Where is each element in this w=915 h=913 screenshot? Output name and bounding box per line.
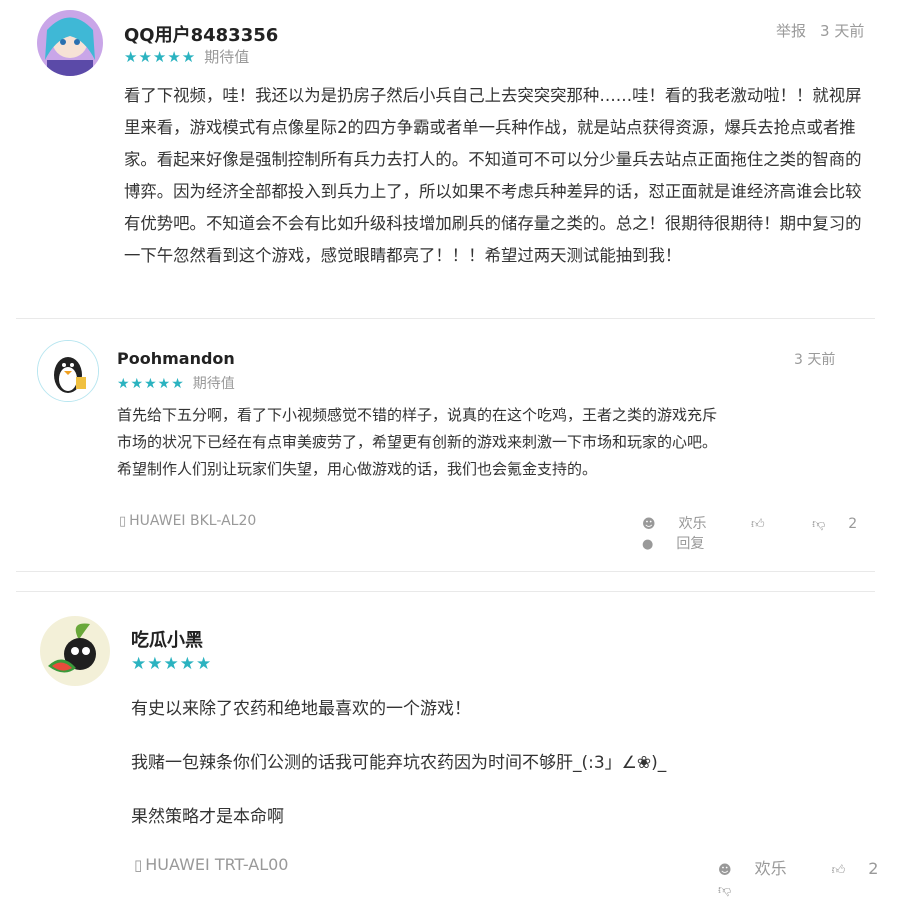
device-name: HUAWEI TRT-AL00 [145,855,289,874]
like-button[interactable]: 👍︎ [731,516,768,532]
phone-icon: ▯ [134,856,143,874]
avatar[interactable] [37,340,99,402]
review-body: 看了下视频，哇！我还以为是扔房子然后小兵自己上去突突突那种……哇！看的我老激动啦… [124,86,862,265]
rating-label: 期待值 [204,48,250,66]
reply-button[interactable]: ● 回复 [622,536,704,552]
review-1: QQ用户8483356 ★★★★★ 期待值 举报 3 天前 看了下视频，哇！我还以为… [0,0,915,318]
comment-icon: ● [642,537,654,552]
username[interactable]: Poohmandon [117,349,235,368]
dislike-button[interactable]: 👎︎ [698,879,734,898]
dislike-button[interactable]: 👎︎ 2 [792,516,857,532]
thumbs-up-icon: 👍︎ [831,863,846,878]
thumbs-up-icon: 👍︎ [751,517,765,532]
review-line: 市场的状况下已经在有点审美疲劳了，希望更有创新的游戏来刺激一下市场和玩家的心吧。 [117,433,718,451]
review-2: Poohmandon ★★★★★ 期待值 3 天前 首先给下五分啊，看了下小视频感… [0,319,915,571]
timestamp: 3 天前 [820,22,865,40]
rating-stars: ★★★★★ 期待值 [124,48,250,66]
timestamp: 3 天前 [794,352,836,368]
rating-label: 期待值 [192,376,235,392]
device-name: HUAWEI BKL-AL20 [129,513,257,529]
fun-button[interactable]: ☻ 欢乐 [698,859,787,878]
avatar[interactable] [40,616,110,686]
review-body: 有史以来除了农药和绝地最喜欢的一个游戏！ 我赌一包辣条你们公测的话我可能弃坑农药… [131,693,871,833]
like-button[interactable]: 👍︎ 2 [812,859,879,878]
review-meta: 举报 3 天前 [776,20,864,41]
rating-stars: ★★★★★ [131,654,213,674]
device-info: ▯ HUAWEI BKL-AL20 [119,513,256,529]
fun-button[interactable]: ☻ 欢乐 [622,516,707,532]
review-actions: ☻ 欢乐 👍︎ 👎︎ 2 ● 回复 [602,513,915,553]
review-3: 吃瓜小黑 ★★★★★ 有史以来除了农药和绝地最喜欢的一个游戏！ 我赌一包辣条你们… [0,592,915,913]
review-body: 首先给下五分啊，看了下小视频感觉不错的样子，说真的在这个吃鸡，王者之类的游戏充斥… [117,402,857,483]
review-paragraph: 果然策略才是本命啊 [131,807,284,827]
review-paragraph: 我赌一包辣条你们公测的话我可能弃坑农药因为时间不够肝_(:3」∠❀)_ [131,753,667,773]
review-line: 希望制作人们别让玩家们失望，用心做游戏的话，我们也会氪金支持的。 [117,460,598,478]
review-paragraph: 有史以来除了农药和绝地最喜欢的一个游戏！ [131,699,471,719]
phone-icon: ▯ [119,514,127,529]
review-actions: ☻ 欢乐 👍︎ 2 👎︎ [678,855,915,898]
divider [16,571,875,572]
thumbs-down-icon: 👎︎ [718,883,732,898]
smile-icon: ☻ [718,863,732,878]
username[interactable]: QQ用户8483356 [124,21,278,47]
thumbs-down-icon: 👎︎ [812,517,826,532]
report-link[interactable]: 举报 [776,22,806,40]
avatar[interactable] [37,10,103,76]
smile-icon: ☻ [642,517,656,532]
rating-stars: ★★★★★ 期待值 [117,376,235,392]
review-line: 首先给下五分啊，看了下小视频感觉不错的样子，说真的在这个吃鸡，王者之类的游戏充斥 [117,406,718,424]
device-info: ▯ HUAWEI TRT-AL00 [134,855,288,874]
username[interactable]: 吃瓜小黑 [131,626,203,652]
